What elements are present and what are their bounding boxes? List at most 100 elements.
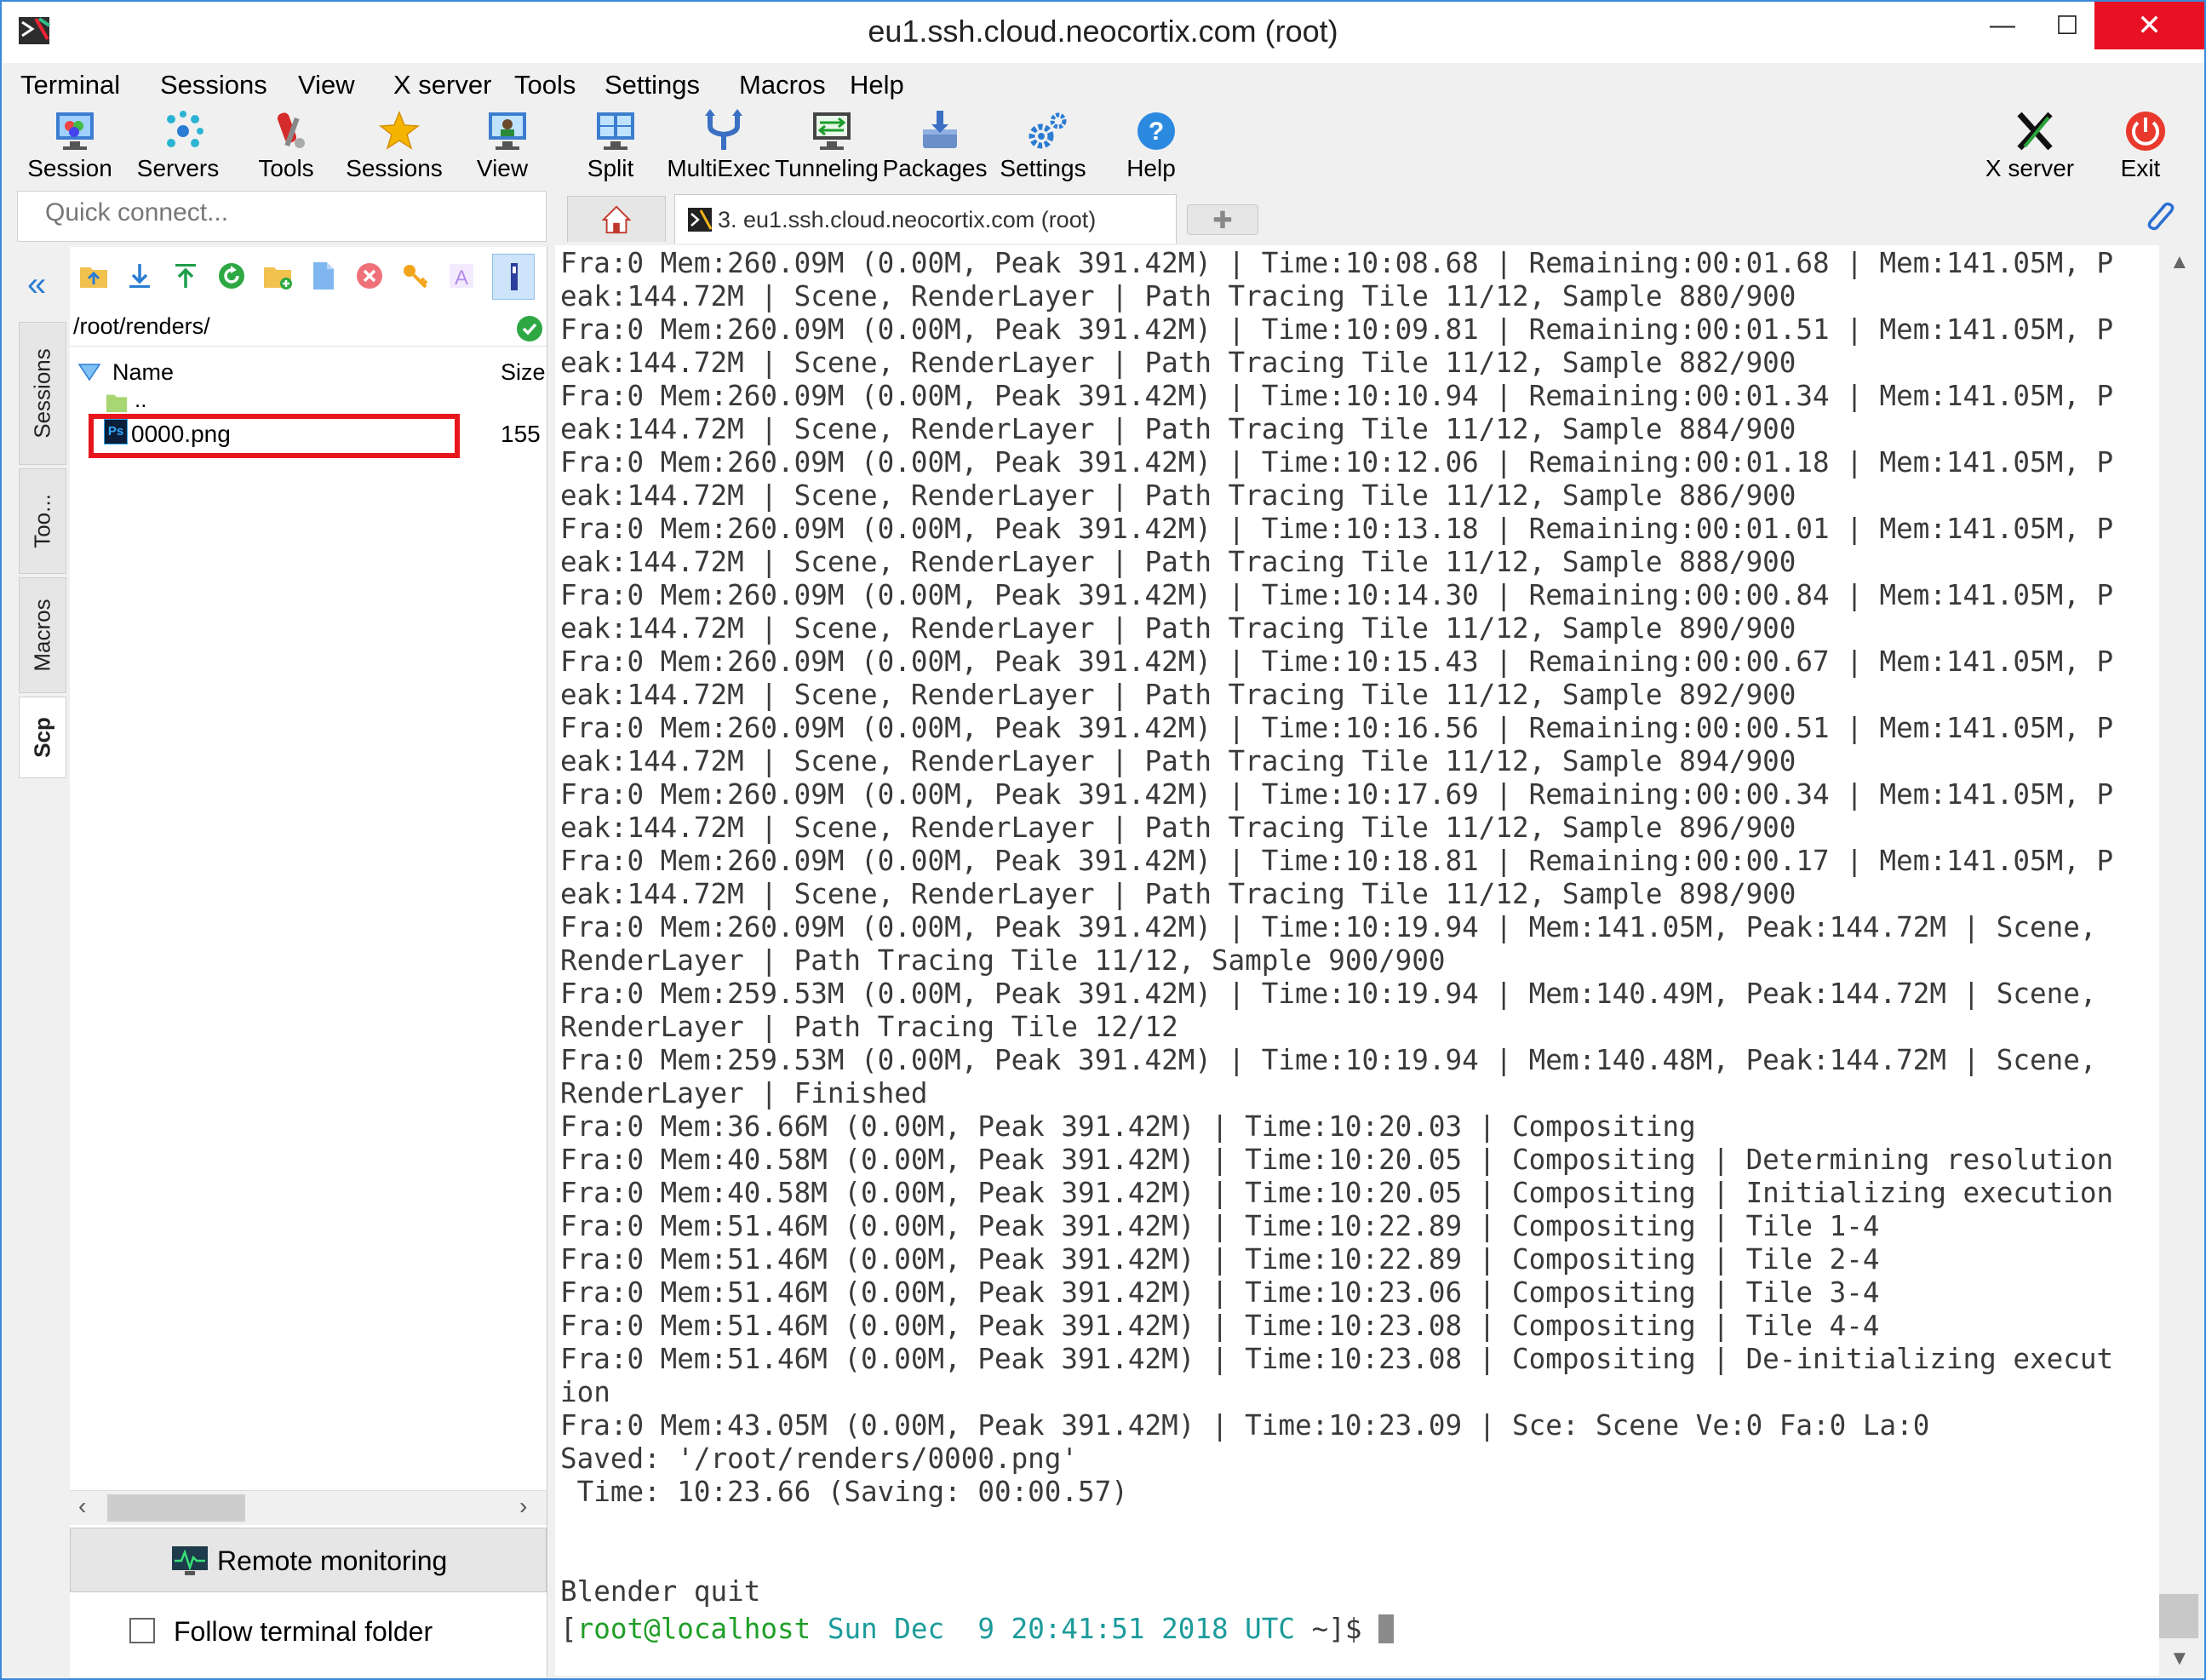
tab-label: 3. eu1.ssh.cloud.neocortix.com (root) xyxy=(718,207,1097,232)
terminal-scroll-thumb[interactable] xyxy=(2159,1594,2198,1638)
menu-help[interactable]: Help xyxy=(850,70,904,100)
menu-bar: Terminal Sessions View X server Tools Se… xyxy=(2,65,2204,106)
menu-terminal[interactable]: Terminal xyxy=(20,70,120,100)
collapse-sidebar-icon[interactable]: « xyxy=(27,267,61,301)
terminal-line: RenderLayer | Finished xyxy=(560,1077,928,1109)
follow-terminal-folder-checkbox[interactable] xyxy=(129,1618,155,1643)
file-highlight-box xyxy=(89,414,460,458)
side-tab-macros[interactable]: Macros xyxy=(19,577,66,693)
terminal-output[interactable]: Fra:0 Mem:260.09M (0.00M, Peak 391.42M) … xyxy=(555,245,2159,1676)
help-label: Help xyxy=(1126,155,1176,181)
terminal-line: Fra:0 Mem:260.09M (0.00M, Peak 391.42M) … xyxy=(560,313,2114,346)
close-button[interactable]: ✕ xyxy=(2094,2,2204,49)
terminal-line: ion xyxy=(560,1376,610,1408)
remote-monitoring-button[interactable]: Remote monitoring xyxy=(70,1528,547,1592)
follow-terminal-folder: Follow terminal folder xyxy=(70,1594,547,1662)
scroll-right-icon[interactable]: › xyxy=(519,1493,527,1520)
terminal-line: Fra:0 Mem:260.09M (0.00M, Peak 391.42M) … xyxy=(560,247,2114,279)
terminal-line: eak:144.72M | Scene, RenderLayer | Path … xyxy=(560,612,1796,645)
follow-terminal-folder-label: Follow terminal folder xyxy=(174,1616,433,1647)
new-file-icon[interactable] xyxy=(308,261,339,291)
terminal-line: Fra:0 Mem:259.53M (0.00M, Peak 391.42M) … xyxy=(560,978,2097,1010)
side-tab-tools[interactable]: Too... xyxy=(19,468,66,574)
star-icon xyxy=(378,110,421,150)
file-list-horizontal-scrollbar[interactable]: ‹ › xyxy=(70,1490,547,1525)
app-window: eu1.ssh.cloud.neocortix.com (root) — ☐ ✕… xyxy=(0,0,2206,1680)
menu-view[interactable]: View xyxy=(298,70,355,100)
sftp-toolbar: A xyxy=(70,254,547,300)
download-icon[interactable] xyxy=(124,261,155,291)
new-tab-button[interactable]: ✚ xyxy=(1187,204,1258,235)
terminal-line: Fra:0 Mem:260.09M (0.00M, Peak 391.42M) … xyxy=(560,911,2097,943)
shell-prompt: [root@localhost Sun Dec 9 20:41:51 2018 … xyxy=(560,1613,1395,1646)
main-toolbar: Session Servers Tools Sessions View Spli… xyxy=(2,106,2204,191)
file-list-header: Name Size xyxy=(70,353,547,390)
side-tab-scp[interactable]: Scp xyxy=(19,697,66,778)
xserver-button[interactable]: X server xyxy=(1975,106,2084,189)
maximize-button[interactable]: ☐ xyxy=(2035,2,2100,49)
terminal-line: Fra:0 Mem:260.09M (0.00M, Peak 391.42M) … xyxy=(560,446,2114,479)
delete-icon[interactable] xyxy=(354,261,385,291)
side-tab-macros-label: Macros xyxy=(29,599,55,672)
terminal-line: Fra:0 Mem:51.46M (0.00M, Peak 391.42M) |… xyxy=(560,1343,2114,1375)
refresh-icon[interactable] xyxy=(216,261,247,291)
tab-home[interactable] xyxy=(567,196,666,242)
hidden-files-toggle[interactable] xyxy=(492,254,535,300)
side-tab-tools-label: Too... xyxy=(29,494,55,548)
quick-connect-input[interactable]: Quick connect... xyxy=(17,191,547,242)
terminal-line: Fra:0 Mem:259.53M (0.00M, Peak 391.42M) … xyxy=(560,1044,2097,1076)
servers-icon xyxy=(167,111,203,147)
paperclip-icon[interactable] xyxy=(2139,198,2178,237)
terminal-line: eak:144.72M | Scene, RenderLayer | Path … xyxy=(560,679,1796,711)
text-mode-icon[interactable]: A xyxy=(446,261,477,291)
scroll-left-icon[interactable]: ‹ xyxy=(78,1493,86,1520)
permissions-key-icon[interactable] xyxy=(400,261,431,291)
terminal-line: Fra:0 Mem:260.09M (0.00M, Peak 391.42M) … xyxy=(560,845,2114,877)
parent-directory-label: .. xyxy=(135,387,147,412)
new-folder-icon[interactable] xyxy=(262,261,293,291)
multiexec-icon xyxy=(705,109,742,150)
minimize-button[interactable]: — xyxy=(1970,2,2035,49)
terminal-line: eak:144.72M | Scene, RenderLayer | Path … xyxy=(560,413,1796,445)
scroll-thumb[interactable] xyxy=(107,1494,245,1522)
prompt-user-host: root@localhost xyxy=(576,1613,811,1645)
help-button[interactable]: ? Help xyxy=(1097,106,1206,189)
tab-ssh-session[interactable]: 3. eu1.ssh.cloud.neocortix.com (root) xyxy=(674,194,1177,244)
terminal-line: Fra:0 Mem:260.09M (0.00M, Peak 391.42M) … xyxy=(560,778,2114,811)
column-name-header[interactable]: Name xyxy=(112,359,174,386)
path-ok-icon[interactable] xyxy=(516,315,543,342)
terminal-line: Fra:0 Mem:40.58M (0.00M, Peak 391.42M) |… xyxy=(560,1177,2114,1209)
terminal-line: eak:144.72M | Scene, RenderLayer | Path … xyxy=(560,280,1796,312)
exit-button[interactable]: Exit xyxy=(2086,106,2195,189)
sort-icon[interactable] xyxy=(77,359,102,385)
terminal-vertical-scrollbar[interactable]: ▲ ▼ xyxy=(2159,245,2202,1676)
scroll-up-icon[interactable]: ▲ xyxy=(2169,250,2190,274)
terminal-line: eak:144.72M | Scene, RenderLayer | Path … xyxy=(560,347,1796,379)
menu-macros[interactable]: Macros xyxy=(739,70,826,100)
parent-folder-icon[interactable] xyxy=(78,261,109,291)
menu-x-server[interactable]: X server xyxy=(393,70,491,100)
column-size-header[interactable]: Size xyxy=(501,359,546,386)
upload-icon[interactable] xyxy=(170,261,201,291)
sftp-panel: A /root/renders/ Name Size .. Ps 0000.pn… xyxy=(70,247,547,1677)
terminal-line: Fra:0 Mem:51.46M (0.00M, Peak 391.42M) |… xyxy=(560,1243,1880,1276)
menu-settings[interactable]: Settings xyxy=(605,70,700,100)
terminal-line: Saved: '/root/renders/0000.png' xyxy=(560,1442,1079,1475)
power-icon xyxy=(2126,112,2165,151)
parent-directory-row[interactable]: .. xyxy=(104,387,189,414)
settings-icon xyxy=(1029,112,1067,149)
side-tab-sessions-label: Sessions xyxy=(29,348,55,439)
svg-text:?: ? xyxy=(1149,118,1164,146)
terminal-line: Fra:0 Mem:260.09M (0.00M, Peak 391.42M) … xyxy=(560,579,2114,611)
folder-up-icon xyxy=(106,394,128,413)
packages-icon xyxy=(923,111,957,148)
sftp-path-field[interactable]: /root/renders/ xyxy=(70,308,547,347)
exit-label: Exit xyxy=(2120,155,2161,181)
scroll-down-icon[interactable]: ▼ xyxy=(2169,1647,2190,1671)
side-tab-sessions[interactable]: Sessions xyxy=(19,322,66,465)
xserver-icon xyxy=(2017,112,2053,151)
menu-sessions[interactable]: Sessions xyxy=(160,70,267,100)
menu-tools[interactable]: Tools xyxy=(514,70,576,100)
